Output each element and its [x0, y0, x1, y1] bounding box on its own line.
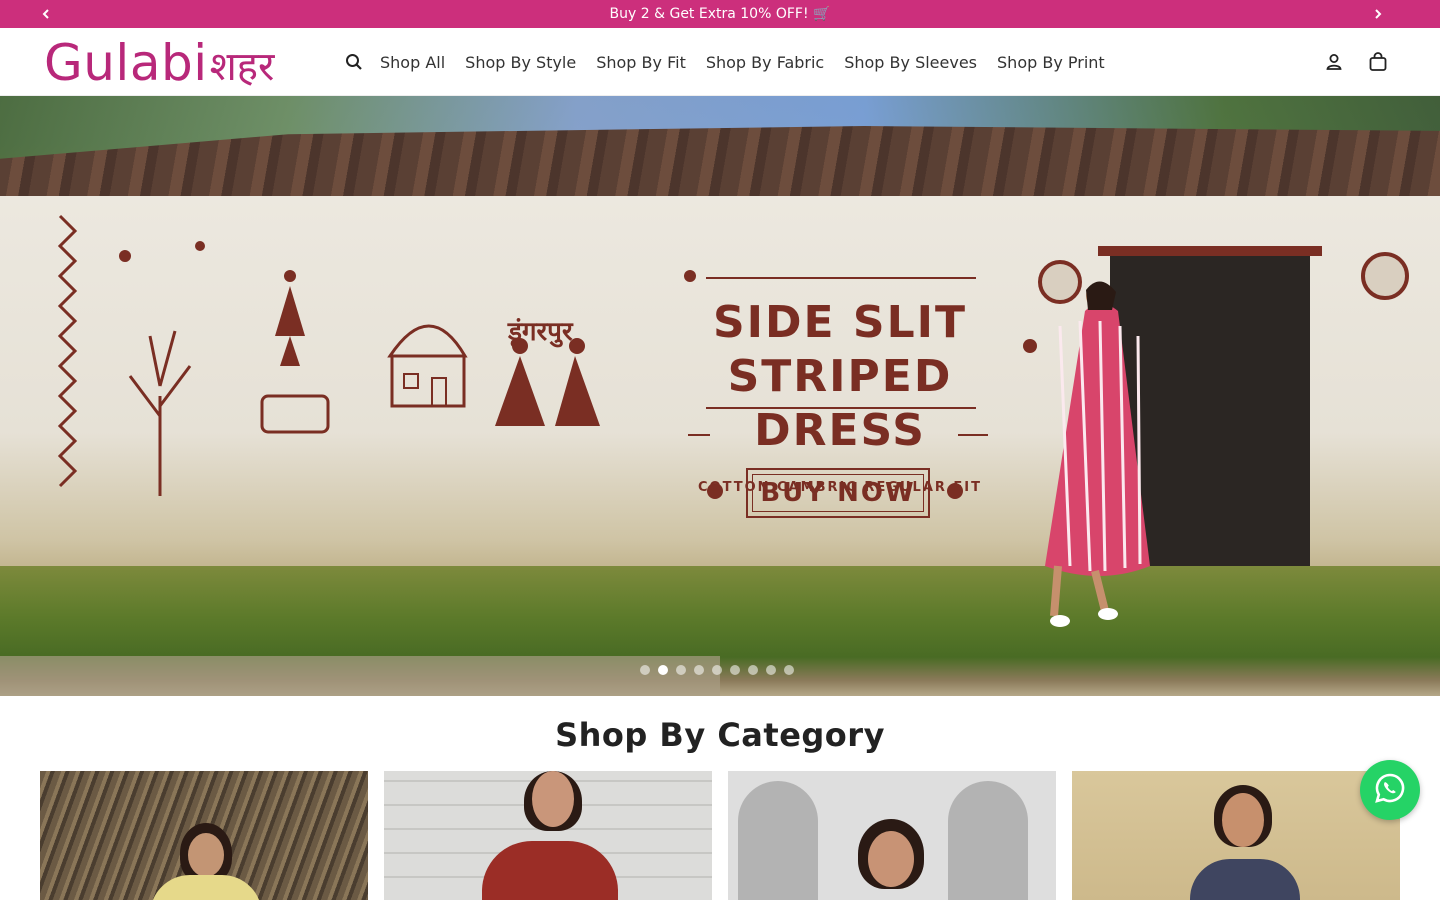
site-header: Gulabi शहर Shop All Shop By Style Shop B…: [0, 28, 1440, 96]
announcement-text[interactable]: Buy 2 & Get Extra 10% OFF! 🛒: [610, 6, 831, 22]
slider-dots: [640, 664, 802, 676]
hero-title-line2: STRIPED DRESS: [727, 351, 953, 456]
chevron-left-icon[interactable]: [32, 0, 60, 28]
slider-dot[interactable]: [640, 665, 650, 675]
nav-shop-by-fit[interactable]: Shop By Fit: [596, 53, 686, 72]
whatsapp-icon: [1373, 771, 1407, 809]
slider-dot[interactable]: [712, 665, 722, 675]
buy-now-button[interactable]: BUY NOW: [746, 468, 930, 518]
slider-dot[interactable]: [748, 665, 758, 675]
search-icon[interactable]: [344, 52, 364, 72]
slider-dot[interactable]: [730, 665, 740, 675]
user-icon[interactable]: [1322, 50, 1346, 74]
hero-banner[interactable]: SIDE SLIT STRIPED DRESS COTTON CAMBRIC R…: [0, 96, 1440, 696]
slider-dot[interactable]: [694, 665, 704, 675]
nav-shop-by-fabric[interactable]: Shop By Fabric: [706, 53, 824, 72]
slider-dot[interactable]: [676, 665, 686, 675]
category-card-4[interactable]: [1072, 771, 1400, 900]
hero-title-line1: SIDE SLIT: [712, 297, 968, 348]
bag-icon[interactable]: [1366, 50, 1390, 74]
whatsapp-button[interactable]: [1360, 760, 1420, 820]
category-card-3[interactable]: [728, 771, 1056, 900]
slider-dot[interactable]: [766, 665, 776, 675]
category-cards: [40, 771, 1400, 900]
nav-shop-all[interactable]: Shop All: [380, 53, 445, 72]
section-title: Shop By Category: [555, 716, 885, 754]
site-logo[interactable]: Gulabi शहर: [44, 34, 274, 92]
nav-shop-by-sleeves[interactable]: Shop By Sleeves: [844, 53, 977, 72]
hero-banner-text: SIDE SLIT STRIPED DRESS COTTON CAMBRIC R…: [690, 296, 990, 495]
category-card-2[interactable]: [384, 771, 712, 900]
hero-wall-text: डूंगरपुर: [508, 317, 573, 347]
nav-shop-by-style[interactable]: Shop By Style: [465, 53, 576, 72]
chevron-right-icon[interactable]: [1364, 0, 1392, 28]
main-nav: Shop All Shop By Style Shop By Fit Shop …: [380, 28, 1125, 96]
slider-dot-active[interactable]: [658, 665, 668, 675]
logo-latin-text: Gulabi: [44, 34, 208, 92]
logo-devanagari-text: शहर: [209, 44, 275, 90]
slider-dot[interactable]: [784, 665, 794, 675]
nav-shop-by-print[interactable]: Shop By Print: [997, 53, 1105, 72]
announcement-bar: Buy 2 & Get Extra 10% OFF! 🛒: [0, 0, 1440, 28]
category-card-1[interactable]: [40, 771, 368, 900]
